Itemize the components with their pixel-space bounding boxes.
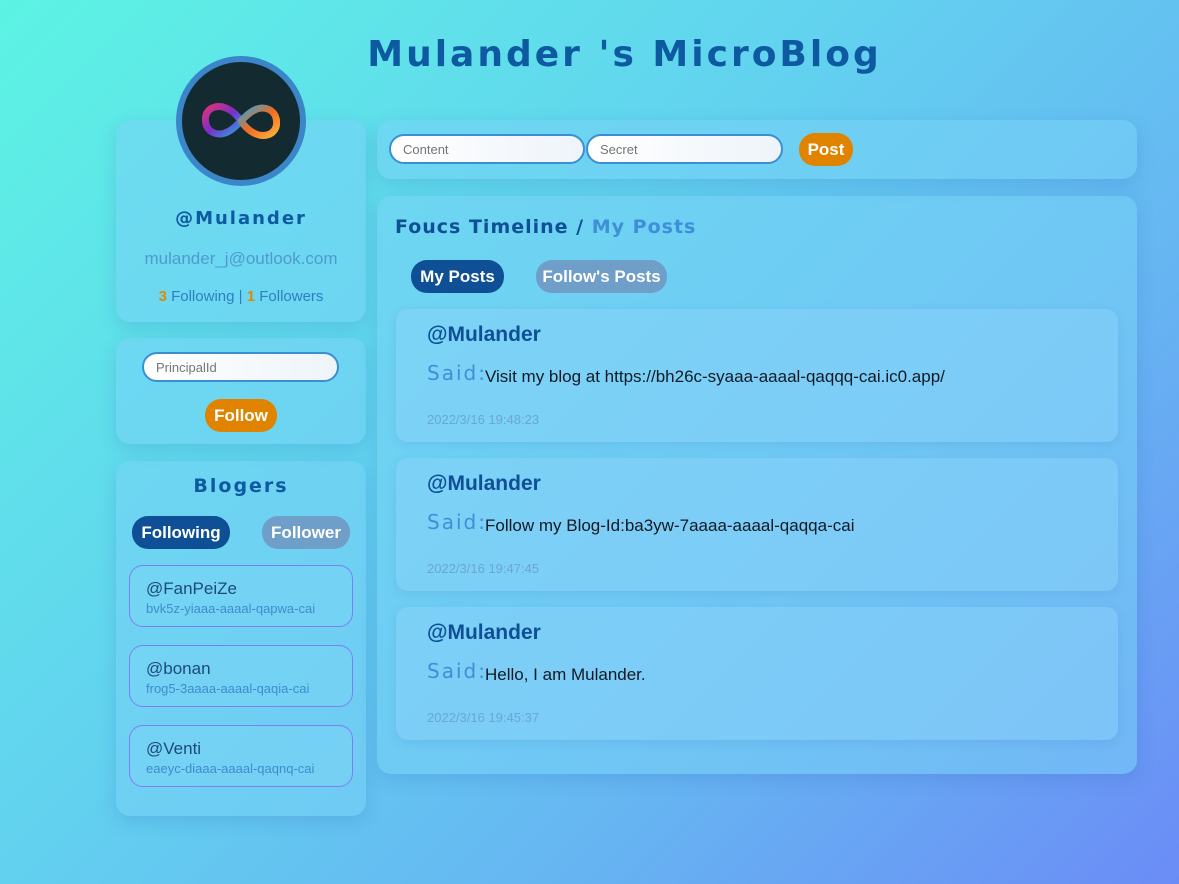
bloger-id: frog5-3aaaa-aaaal-qaqia-cai (146, 681, 310, 696)
post-content: Hello, I am Mulander. (485, 665, 646, 684)
tab-following[interactable]: Following (132, 516, 230, 549)
followers-count: 1 (246, 288, 256, 305)
post-author[interactable]: @Mulander (427, 323, 541, 347)
follow-button[interactable]: Follow (205, 399, 277, 432)
bloger-name: @Venti (146, 739, 202, 758)
post-author[interactable]: @Mulander (427, 472, 541, 496)
tab-follows-posts[interactable]: Follow's Posts (536, 260, 667, 293)
said-label: Said: (427, 510, 487, 534)
timeline-heading-main: Foucs Timeline / (395, 216, 585, 238)
timeline-heading: Foucs Timeline / My Posts (395, 216, 696, 238)
post-timestamp: 2022/3/16 19:48:23 (427, 412, 540, 427)
said-label: Said: (427, 361, 487, 385)
bloger-name: @FanPeiZe (146, 579, 237, 598)
principal-id-input[interactable] (142, 352, 339, 382)
post-timestamp: 2022/3/16 19:45:37 (427, 710, 540, 725)
post-card: @Mulander Said: Follow my Blog-Id:ba3yw-… (396, 458, 1118, 591)
bloger-item[interactable]: @FanPeiZe bvk5z-yiaaa-aaaal-qapwa-cai (129, 565, 353, 627)
bloger-name: @bonan (146, 659, 211, 678)
avatar (176, 56, 306, 186)
following-count: 3 (158, 288, 167, 305)
bloger-item[interactable]: @Venti eaeyc-diaaa-aaaal-qaqnq-cai (129, 725, 353, 787)
following-label[interactable]: Following (171, 288, 234, 305)
secret-input[interactable] (586, 134, 783, 164)
bloger-id: eaeyc-diaaa-aaaal-qaqnq-cai (146, 761, 315, 776)
bloger-item[interactable]: @bonan frog5-3aaaa-aaaal-qaqia-cai (129, 645, 353, 707)
tab-my-posts[interactable]: My Posts (411, 260, 504, 293)
post-content: Visit my blog at https://bh26c-syaaa-aaa… (485, 367, 945, 386)
blogers-title: Blogers (193, 475, 289, 497)
post-content: Follow my Blog-Id:ba3yw-7aaaa-aaaal-qaqq… (485, 516, 855, 535)
profile-email: mulander_j@outlook.com (144, 249, 338, 268)
counts-separator: | (238, 288, 243, 305)
content-input[interactable] (389, 134, 585, 164)
post-timestamp: 2022/3/16 19:47:45 (427, 561, 540, 576)
post-card: @Mulander Said: Visit my blog at https:/… (396, 309, 1118, 442)
page-title: Mulander 's MicroBlog (367, 34, 882, 75)
timeline-heading-sub: My Posts (591, 216, 697, 238)
follow-counts: 3 Following | 1 Followers (116, 288, 366, 305)
followers-label[interactable]: Followers (259, 288, 323, 305)
tab-follower[interactable]: Follower (262, 516, 350, 549)
bloger-id: bvk5z-yiaaa-aaaal-qapwa-cai (146, 601, 316, 616)
post-author[interactable]: @Mulander (427, 621, 541, 645)
post-button[interactable]: Post (799, 133, 853, 166)
infinity-logo-icon (202, 103, 280, 139)
post-card: @Mulander Said: Hello, I am Mulander. 20… (396, 607, 1118, 740)
profile-username: @Mulander (175, 208, 307, 229)
said-label: Said: (427, 659, 487, 683)
